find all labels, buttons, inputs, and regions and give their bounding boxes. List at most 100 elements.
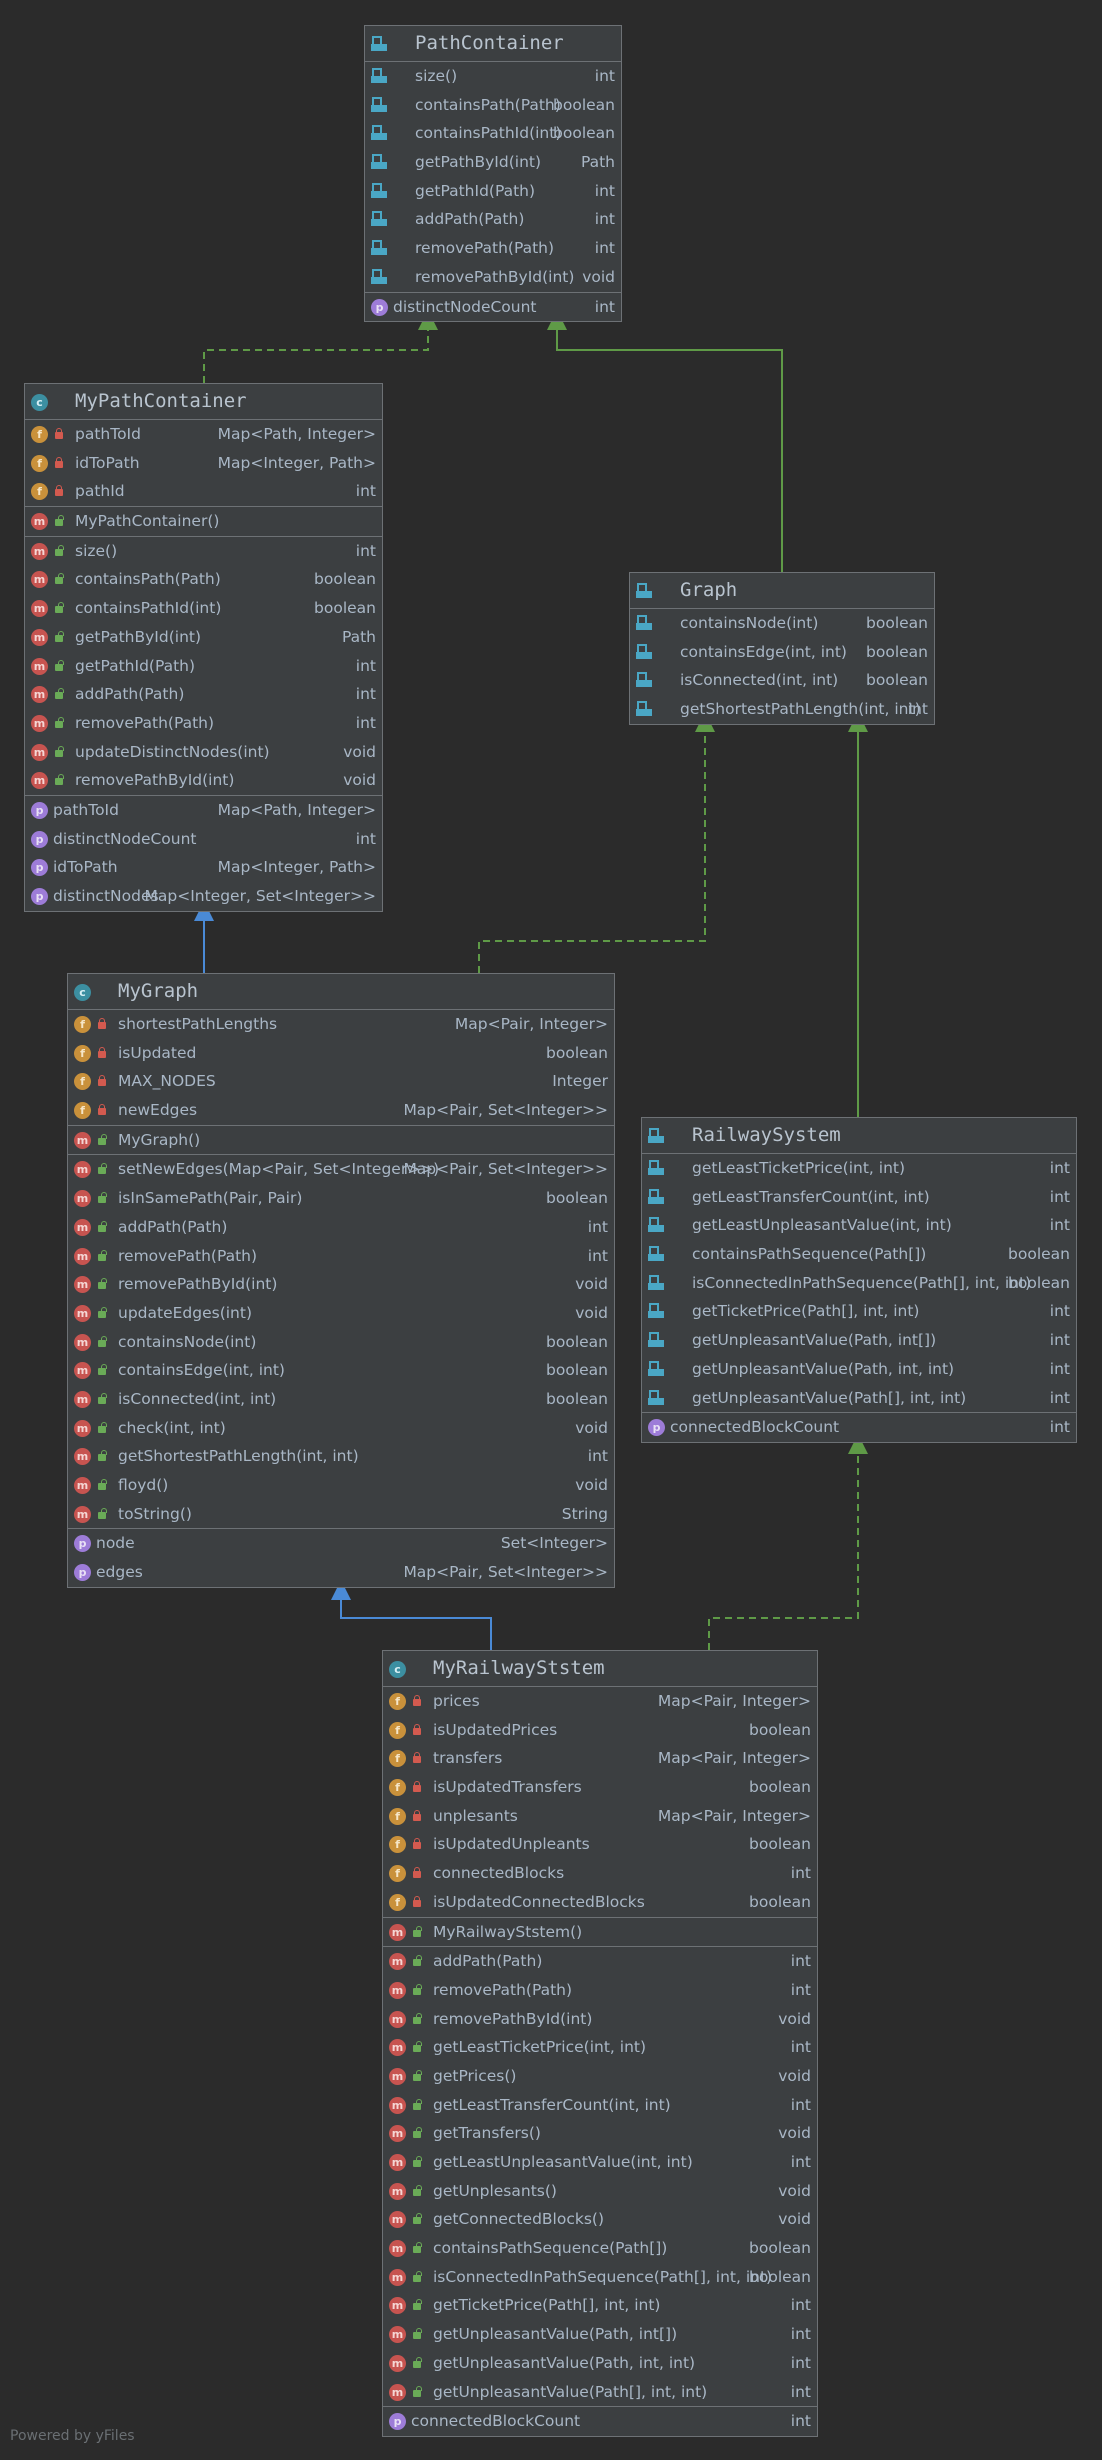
member-row[interactable]: p pathToId Map<Path, Integer>: [25, 796, 382, 825]
member-row[interactable]: containsPath(Path) boolean: [365, 91, 621, 120]
member-row[interactable]: m isConnected(int, int) boolean: [68, 1385, 614, 1414]
member-row[interactable]: removePathById(int) void: [365, 263, 621, 292]
member-row[interactable]: m removePath(Path) int: [383, 1976, 817, 2005]
member-row[interactable]: m getPathId(Path) int: [25, 652, 382, 681]
member-row[interactable]: m size() int: [25, 537, 382, 566]
class-box-graph[interactable]: Graph containsNode(int) boolean containsEdg…: [629, 572, 935, 725]
member-row[interactable]: m updateEdges(int) void: [68, 1299, 614, 1328]
member-row[interactable]: getUnpleasantValue(Path, int, int) int: [642, 1355, 1076, 1384]
member-row[interactable]: isConnected(int, int) boolean: [630, 666, 934, 695]
member-row[interactable]: p idToPath Map<Integer, Path>: [25, 853, 382, 882]
member-row[interactable]: m getUnpleasantValue(Path, int, int) int: [383, 2349, 817, 2378]
member-row[interactable]: m addPath(Path) int: [68, 1213, 614, 1242]
member-row[interactable]: p edges Map<Pair, Set<Integer>>: [68, 1558, 614, 1587]
member-row[interactable]: getLeastTicketPrice(int, int) int: [642, 1154, 1076, 1183]
member-row[interactable]: getShortestPathLength(int, int) int: [630, 695, 934, 724]
member-row[interactable]: m updateDistinctNodes(int) void: [25, 738, 382, 767]
member-row[interactable]: getLeastUnpleasantValue(int, int) int: [642, 1211, 1076, 1240]
member-row[interactable]: f isUpdatedConnectedBlocks boolean: [383, 1888, 817, 1917]
member-row[interactable]: m addPath(Path) int: [25, 680, 382, 709]
member-row[interactable]: m MyPathContainer(): [25, 507, 382, 536]
member-row[interactable]: m getUnpleasantValue(Path[], int, int) int: [383, 2378, 817, 2407]
member-row[interactable]: m setNewEdges(Map<Pair, Set<Integer>>) Map…: [68, 1155, 614, 1184]
class-box-mygraph[interactable]: c MyGraph f shortestPathLengths Map<Pair, In…: [67, 973, 615, 1588]
member-name: removePathById(int): [433, 2009, 593, 2028]
member-row[interactable]: m removePathById(int) void: [383, 2005, 817, 2034]
member-row[interactable]: f isUpdatedTransfers boolean: [383, 1773, 817, 1802]
member-row[interactable]: removePath(Path) int: [365, 234, 621, 263]
member-row[interactable]: getTicketPrice(Path[], int, int) int: [642, 1297, 1076, 1326]
member-row[interactable]: f pathId int: [25, 477, 382, 506]
member-row[interactable]: containsEdge(int, int) boolean: [630, 638, 934, 667]
member-row[interactable]: addPath(Path) int: [365, 205, 621, 234]
member-row[interactable]: m getTicketPrice(Path[], int, int) int: [383, 2291, 817, 2320]
member-row[interactable]: p distinctNodes Map<Integer, Set<Integer>>: [25, 882, 382, 911]
member-row[interactable]: m getPathById(int) Path: [25, 623, 382, 652]
member-row[interactable]: f pathToId Map<Path, Integer>: [25, 420, 382, 449]
member-row[interactable]: m MyGraph(): [68, 1126, 614, 1155]
member-row[interactable]: m getLeastTransferCount(int, int) int: [383, 2091, 817, 2120]
member-row[interactable]: f MAX_NODES Integer: [68, 1067, 614, 1096]
member-row[interactable]: m getConnectedBlocks() void: [383, 2205, 817, 2234]
member-row[interactable]: m isConnectedInPathSequence(Path[], int, …: [383, 2263, 817, 2292]
member-row[interactable]: p connectedBlockCount int: [383, 2407, 817, 2436]
member-row[interactable]: m containsPathId(int) boolean: [25, 594, 382, 623]
member-row[interactable]: m MyRailwayStstem(): [383, 1918, 817, 1947]
member-row[interactable]: p connectedBlockCount int: [642, 1413, 1076, 1442]
member-type: void: [343, 742, 376, 761]
class-box-myrailwaystem[interactable]: c MyRailwayStstem f prices Map<Pair, Integer…: [382, 1650, 818, 2437]
member-row[interactable]: m containsPathSequence(Path[]) boolean: [383, 2234, 817, 2263]
member-row[interactable]: size() int: [365, 62, 621, 91]
member-row[interactable]: m addPath(Path) int: [383, 1947, 817, 1976]
member-row[interactable]: m containsEdge(int, int) boolean: [68, 1356, 614, 1385]
member-row[interactable]: m removePathById(int) void: [68, 1270, 614, 1299]
member-row[interactable]: getPathId(Path) int: [365, 177, 621, 206]
member-row[interactable]: f prices Map<Pair, Integer>: [383, 1687, 817, 1716]
member-row[interactable]: m getUnplesants() void: [383, 2177, 817, 2206]
public-unlock-icon: [413, 1925, 422, 1937]
member-row[interactable]: f idToPath Map<Integer, Path>: [25, 449, 382, 478]
class-box-mypathcontainer[interactable]: c MyPathContainer f pathToId Map<Path, Integ…: [24, 383, 383, 912]
member-row[interactable]: m floyd() void: [68, 1471, 614, 1500]
member-row[interactable]: isConnectedInPathSequence(Path[], int, i…: [642, 1269, 1076, 1298]
member-row[interactable]: m removePath(Path) int: [25, 709, 382, 738]
member-row[interactable]: f unplesants Map<Pair, Integer>: [383, 1802, 817, 1831]
member-row[interactable]: getLeastTransferCount(int, int) int: [642, 1183, 1076, 1212]
member-row[interactable]: f newEdges Map<Pair, Set<Integer>>: [68, 1096, 614, 1125]
member-row[interactable]: f connectedBlocks int: [383, 1859, 817, 1888]
class-box-railwaysystem[interactable]: RailwaySystem getLeastTicketPrice(int, in…: [641, 1117, 1077, 1443]
member-row[interactable]: p distinctNodeCount int: [25, 825, 382, 854]
member-type: int: [594, 239, 615, 258]
member-row[interactable]: m getLeastUnpleasantValue(int, int) int: [383, 2148, 817, 2177]
member-row[interactable]: getUnpleasantValue(Path, int[]) int: [642, 1326, 1076, 1355]
member-row[interactable]: p node Set<Integer>: [68, 1529, 614, 1558]
member-name: addPath(Path): [415, 210, 525, 229]
member-row[interactable]: m getShortestPathLength(int, int) int: [68, 1442, 614, 1471]
member-row[interactable]: containsPathSequence(Path[]) boolean: [642, 1240, 1076, 1269]
member-row[interactable]: m isInSamePath(Pair, Pair) boolean: [68, 1184, 614, 1213]
member-row[interactable]: containsPathId(int) boolean: [365, 119, 621, 148]
member-row[interactable]: getUnpleasantValue(Path[], int, int) int: [642, 1384, 1076, 1413]
field-icon: f: [389, 1807, 406, 1825]
member-row[interactable]: p distinctNodeCount int: [365, 293, 621, 322]
member-row[interactable]: m check(int, int) void: [68, 1414, 614, 1443]
member-row[interactable]: m removePath(Path) int: [68, 1242, 614, 1271]
class-box-pathcontainer[interactable]: PathContainer size() int containsPath(Path)…: [364, 25, 622, 323]
member-row[interactable]: f shortestPathLengths Map<Pair, Integer>: [68, 1010, 614, 1039]
member-row[interactable]: f transfers Map<Pair, Integer>: [383, 1744, 817, 1773]
edge-myrailwaystem-implements-railwaysystem: [708, 1434, 868, 1650]
member-row[interactable]: m containsNode(int) boolean: [68, 1328, 614, 1357]
member-row[interactable]: m getLeastTicketPrice(int, int) int: [383, 2033, 817, 2062]
member-row[interactable]: m getPrices() void: [383, 2062, 817, 2091]
member-row[interactable]: containsNode(int) boolean: [630, 609, 934, 638]
method-icon: m: [389, 2039, 406, 2057]
member-row[interactable]: m toString() String: [68, 1500, 614, 1529]
member-row[interactable]: f isUpdated boolean: [68, 1039, 614, 1068]
member-row[interactable]: f isUpdatedUnpleants boolean: [383, 1830, 817, 1859]
member-row[interactable]: m removePathById(int) void: [25, 766, 382, 795]
member-row[interactable]: m getTransfers() void: [383, 2119, 817, 2148]
member-row[interactable]: f isUpdatedPrices boolean: [383, 1716, 817, 1745]
member-row[interactable]: m getUnpleasantValue(Path, int[]) int: [383, 2320, 817, 2349]
member-row[interactable]: m containsPath(Path) boolean: [25, 565, 382, 594]
member-row[interactable]: getPathById(int) Path: [365, 148, 621, 177]
